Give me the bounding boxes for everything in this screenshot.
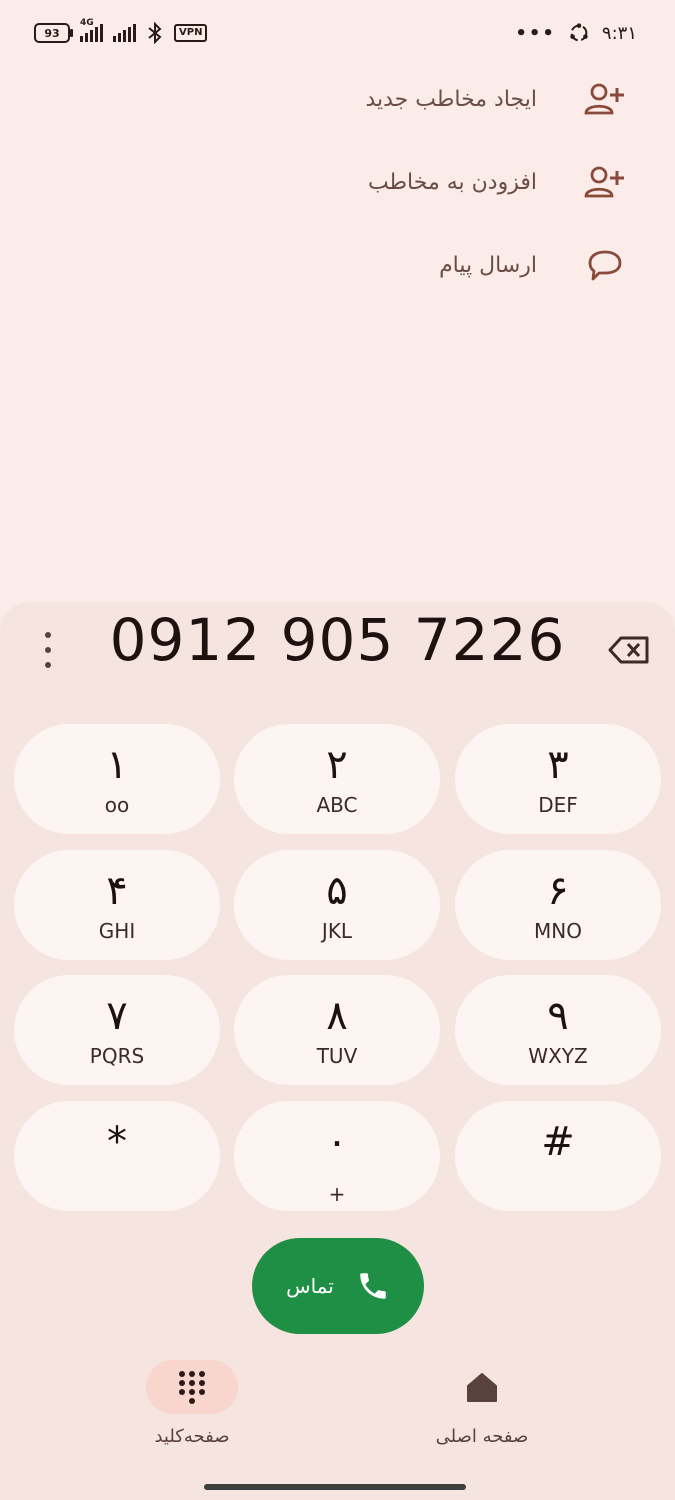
home-tab-label: صفحه اصلی <box>435 1426 529 1447</box>
network-type: 4G <box>80 18 94 28</box>
sync-icon <box>570 23 588 42</box>
backspace-icon[interactable] <box>607 630 651 670</box>
key-letters: GHI <box>98 919 136 943</box>
person-add-icon <box>583 77 627 121</box>
add-to-contact-label: افزودن به مخاطب <box>367 169 537 195</box>
gesture-home-bar[interactable] <box>204 1484 466 1490</box>
key-letters: ABC <box>316 793 358 817</box>
key-letters: MNO <box>534 919 582 943</box>
key-7[interactable]: ۷ PQRS <box>14 975 220 1085</box>
number-display-row: 0912 905 7226 <box>0 602 675 692</box>
key-digit: ۹ <box>547 993 569 1039</box>
bluetooth-icon <box>148 22 162 44</box>
home-pill <box>436 1360 528 1414</box>
dialed-number[interactable]: 0912 905 7226 <box>0 606 675 674</box>
person-add-icon <box>583 160 627 204</box>
key-hash[interactable]: # <box>455 1101 661 1211</box>
key-1[interactable]: ۱ oo <box>14 724 220 834</box>
key-digit: # <box>541 1119 575 1165</box>
key-digit: ۲ <box>326 742 348 788</box>
call-button[interactable]: تماس <box>252 1238 424 1334</box>
status-right-icons: ••• ۹:۳۱ <box>515 22 637 44</box>
key-digit: ۰ <box>326 1119 348 1165</box>
key-9[interactable]: ۹ WXYZ <box>455 975 661 1085</box>
key-digit: ۷ <box>106 993 128 1039</box>
message-icon <box>583 243 627 287</box>
key-5[interactable]: ۵ JKL <box>234 850 440 960</box>
home-icon <box>467 1373 497 1402</box>
create-new-contact-action[interactable]: ایجاد مخاطب جدید <box>365 74 627 124</box>
cellular-signal-icon: 4G <box>80 18 103 42</box>
call-label: تماس <box>286 1274 334 1298</box>
add-to-contact-action[interactable]: افزودن به مخاطب <box>368 157 627 207</box>
key-2[interactable]: ۲ ABC <box>234 724 440 834</box>
key-star[interactable]: * <box>14 1101 220 1211</box>
nav-home-tab[interactable]: صفحه اصلی <box>426 1360 538 1460</box>
keypad-tab-label: صفحه‌کلید <box>154 1426 230 1447</box>
battery-indicator: 93 <box>34 23 73 43</box>
status-bar: 93 4G VPN ••• ۹:۳۱ <box>0 0 675 70</box>
clock: ۹:۳۱ <box>601 22 637 44</box>
phone-icon <box>360 1273 386 1299</box>
key-digit: * <box>107 1119 127 1165</box>
send-message-label: ارسال پیام <box>439 252 537 278</box>
key-letters: DEF <box>538 793 578 817</box>
dialpad-icon <box>179 1371 205 1404</box>
nav-keypad-tab[interactable]: صفحه‌کلید <box>146 1360 238 1460</box>
key-letters: oo <box>104 793 130 817</box>
more-notifications-icon: ••• <box>515 22 556 44</box>
key-digit: ۵ <box>326 868 348 914</box>
send-message-action[interactable]: ارسال پیام <box>439 240 627 290</box>
key-digit: ۶ <box>547 868 569 914</box>
key-4[interactable]: ۴ GHI <box>14 850 220 960</box>
key-letters: JKL <box>321 919 353 943</box>
key-digit: ۱ <box>106 742 128 788</box>
create-new-contact-label: ایجاد مخاطب جدید <box>365 86 537 112</box>
key-letters: TUV <box>316 1044 358 1068</box>
key-6[interactable]: ۶ MNO <box>455 850 661 960</box>
key-8[interactable]: ۸ TUV <box>234 975 440 1085</box>
key-3[interactable]: ۳ DEF <box>455 724 661 834</box>
key-letters: WXYZ <box>528 1044 588 1068</box>
vpn-badge: VPN <box>174 24 208 42</box>
keypad-pill <box>146 1360 238 1414</box>
key-digit: ۳ <box>547 742 569 788</box>
key-letters: PQRS <box>89 1044 145 1068</box>
key-letters: + <box>328 1182 346 1206</box>
status-left-icons: 93 4G VPN <box>34 18 208 44</box>
key-0[interactable]: ۰ + <box>234 1101 440 1211</box>
key-digit: ۸ <box>326 993 348 1039</box>
cellular-signal-2-icon <box>113 24 136 42</box>
key-digit: ۴ <box>106 868 128 914</box>
